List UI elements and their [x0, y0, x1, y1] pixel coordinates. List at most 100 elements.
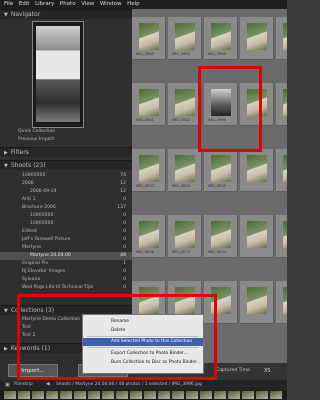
filmstrip-bar: ▣ Filmstrip ◀ Shoots / Martyne 24.04.06 …	[0, 380, 287, 390]
menu-item-rename[interactable]: Rename	[83, 318, 203, 326]
grid-cell[interactable]	[276, 17, 287, 60]
filmstrip-thumb[interactable]	[200, 391, 212, 399]
shoot-row[interactable]: 2006-09-24 12	[0, 188, 132, 196]
filmstrip-thumb[interactable]	[242, 391, 254, 399]
menu-view[interactable]: View	[81, 0, 94, 9]
navigator-preview[interactable]	[32, 21, 84, 128]
filmstrip-icon: ▣	[5, 382, 10, 388]
shoot-row[interactable]: Brochure 2006 137	[0, 204, 132, 212]
filmstrip-thumb[interactable]	[74, 391, 86, 399]
grid-cell[interactable]: IMG_4006	[132, 215, 166, 258]
shoot-row[interactable]: 2006 12	[0, 180, 132, 188]
photo-thumbnail	[283, 221, 287, 248]
photo-thumbnail	[139, 155, 159, 182]
shoot-row[interactable]: RJ Elevator Images 0	[0, 268, 132, 276]
filmstrip-thumb[interactable]	[256, 391, 268, 399]
filmstrip-thumb[interactable]	[116, 391, 128, 399]
shoots-count: (23)	[33, 162, 46, 169]
filmstrip-thumb[interactable]	[102, 391, 114, 399]
grid-cell[interactable]	[240, 281, 274, 324]
shoot-row[interactable]: 10800500 74	[0, 172, 132, 180]
shoot-row[interactable]: 10800500 0	[0, 220, 132, 228]
grid-cell[interactable]: IMG_4002	[168, 83, 202, 126]
menu-window[interactable]: Window	[100, 0, 122, 9]
filmstrip	[0, 390, 287, 400]
filters-title: Filters	[10, 149, 29, 156]
shoots-title: Shoots	[10, 162, 32, 169]
filmstrip-thumb[interactable]	[270, 391, 282, 399]
photo-thumbnail	[211, 155, 231, 182]
filmstrip-thumb[interactable]	[88, 391, 100, 399]
menu-edit[interactable]: Edit	[19, 0, 30, 9]
grid-cell[interactable]: IMG_3990	[168, 17, 202, 60]
menu-separator	[87, 347, 199, 348]
filmstrip-label[interactable]: Filmstrip	[14, 380, 33, 390]
filmstrip-thumb[interactable]	[46, 391, 58, 399]
grid-cell[interactable]: IMG_4003	[132, 149, 166, 192]
navigator-title: Navigator	[10, 11, 41, 18]
filmstrip-thumb[interactable]	[186, 391, 198, 399]
shoot-row[interactable]: Original Pix 1	[0, 260, 132, 268]
photo-thumbnail	[175, 155, 195, 182]
menu-item-delete[interactable]: Delete	[83, 327, 203, 335]
grid-cell[interactable]: IMG_4005	[204, 149, 238, 192]
filmstrip-thumb[interactable]	[18, 391, 30, 399]
menu-file[interactable]: File	[4, 0, 13, 9]
grid-cell[interactable]: IMG_4004	[168, 149, 202, 192]
photo-thumbnail	[175, 23, 195, 50]
shoot-row[interactable]: Anti 10	[0, 196, 132, 204]
filmstrip-thumb[interactable]	[130, 391, 142, 399]
filmstrip-thumb[interactable]	[158, 391, 170, 399]
menu-library[interactable]: Library	[35, 0, 54, 9]
shoot-row[interactable]: Jeff's Farewell Picture 0	[0, 236, 132, 244]
grid-cell[interactable]	[276, 281, 287, 324]
filmstrip-thumb[interactable]	[4, 391, 16, 399]
shoot-row[interactable]: Martyne 0	[0, 244, 132, 252]
shoot-row[interactable]: Sylvana 0	[0, 276, 132, 284]
shoots-header[interactable]: ▼ Shoots (23)	[0, 160, 132, 170]
grid-cell[interactable]: IMG_4001	[132, 83, 166, 126]
filmstrip-thumb[interactable]	[228, 391, 240, 399]
grid-cell[interactable]: IMG_3994	[204, 17, 238, 60]
menu-photo[interactable]: Photo	[60, 0, 76, 9]
photo-thumbnail	[139, 221, 159, 248]
back-arrow-icon[interactable]: ◀	[46, 380, 50, 390]
photo-thumbnail	[175, 89, 195, 116]
filters-header[interactable]: ▶ Filters	[0, 147, 132, 157]
nav-previous-import[interactable]: Previous Import	[0, 136, 132, 144]
menu-item-burn-disc[interactable]: Burn Collection to Disc as Photo Binder.…	[83, 359, 203, 367]
photo-thumbnail	[283, 155, 287, 182]
photo-thumbnail	[283, 23, 287, 50]
sort-select[interactable]: Captured Time	[216, 368, 250, 373]
grid-cell[interactable]	[276, 83, 287, 126]
navigator-header[interactable]: ▼ Navigator	[0, 9, 132, 19]
shoot-row[interactable]: 10800500 0	[0, 212, 132, 220]
filmstrip-thumb[interactable]	[60, 391, 72, 399]
menu-help[interactable]: Help	[127, 0, 140, 9]
filmstrip-thumb[interactable]	[214, 391, 226, 399]
menu-item-add-selected[interactable]: Add Selected Photo to this Collection	[83, 338, 203, 346]
expand-triangle-icon: ▶	[4, 346, 8, 352]
nav-quick-collection[interactable]: Quick Collection	[0, 128, 132, 136]
photo-thumbnail	[211, 23, 231, 50]
menu-bar: File Edit Library Photo View Window Help	[0, 0, 287, 9]
grid-cell[interactable]	[276, 149, 287, 192]
thumbnail-size-label: XS	[264, 368, 271, 374]
shoot-row-selected[interactable]: Martyne 24.04.06 48	[0, 252, 132, 260]
filmstrip-thumb[interactable]	[32, 391, 44, 399]
filmstrip-thumb[interactable]	[144, 391, 156, 399]
grid-cell[interactable]	[240, 17, 274, 60]
navigator-photo	[36, 26, 80, 122]
grid-cell[interactable]	[240, 215, 274, 258]
filmstrip-thumb[interactable]	[172, 391, 184, 399]
grid-cell[interactable]: IMG_4010	[168, 215, 202, 258]
shoot-row[interactable]: Wed Page Lite III Technical Tips 0	[0, 284, 132, 292]
grid-cell[interactable]	[276, 215, 287, 258]
grid-cell[interactable]	[240, 149, 274, 192]
grid-cell[interactable]: IMG_4014	[204, 215, 238, 258]
shoot-row[interactable]: Edited 0	[0, 228, 132, 236]
grid-cell[interactable]: IMG_3983	[132, 17, 166, 60]
photo-thumbnail	[247, 23, 267, 50]
menu-item-export-binder[interactable]: Export Collection to Photo Binder...	[83, 350, 203, 358]
menu-separator	[87, 336, 199, 337]
